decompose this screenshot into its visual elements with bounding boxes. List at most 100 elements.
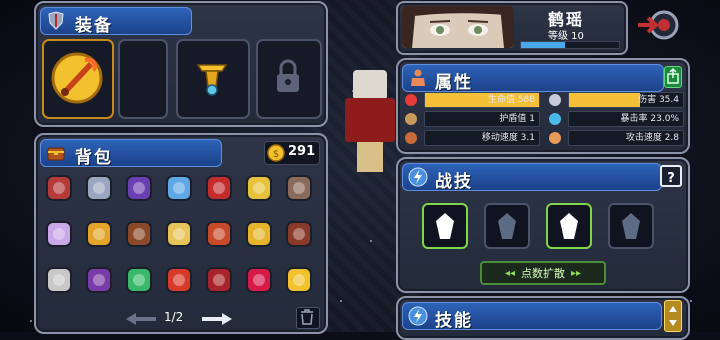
stat-label: 伤害 35.4: [638, 95, 679, 105]
lightning-orb-icon: [407, 305, 429, 327]
expand-points-button[interactable]: ◂◂ 点数扩散 ▸▸: [480, 261, 606, 285]
combat-skills-header: 战技: [402, 163, 662, 192]
empty-slot-1[interactable]: [118, 39, 168, 119]
backpack-title: 背包: [75, 148, 113, 168]
slash-icon[interactable]: [484, 203, 530, 249]
green-orb-icon[interactable]: [122, 263, 156, 297]
level-label: 等级 10: [548, 31, 584, 42]
horse-mask-icon[interactable]: [122, 217, 156, 251]
skills-row: [422, 203, 672, 253]
help-icon: ?: [667, 171, 675, 186]
shield-icon: [402, 111, 420, 127]
chest-icon: [45, 142, 67, 164]
backpack-panel: 背包 $ 291 1/2: [34, 133, 328, 334]
red-goggles-icon[interactable]: [162, 263, 196, 297]
person-icon: [407, 67, 429, 89]
combat-skills-panel: 战技 ? ◂◂ 点数扩散 ▸▸: [396, 157, 690, 293]
spiked-ring-icon[interactable]: [42, 217, 76, 251]
stat-bar: 攻击速度 2.8: [568, 130, 684, 146]
coin-amount: 291: [288, 144, 316, 159]
expand-left-arrows-icon: ◂◂: [504, 267, 515, 279]
exp-bar-fill: [521, 42, 566, 48]
stat-bar: 移动速度 3.1: [424, 130, 540, 146]
phoenix-icon[interactable]: [546, 203, 592, 249]
avatar: [402, 6, 514, 48]
weapon-slot[interactable]: [42, 39, 114, 119]
red-ball-icon[interactable]: [242, 263, 276, 297]
exp-bar: [520, 41, 620, 49]
gold-coin-icon: $: [267, 144, 285, 162]
abilities-scroll-button[interactable]: [664, 300, 682, 332]
red-potion-card-icon[interactable]: [42, 171, 76, 205]
sword-icon: [546, 92, 564, 108]
stats-list: 生命值 588 伤害 35.4 护盾值 1 暴击率 23.0% 移动速度 3.1 攻击速度…: [402, 92, 684, 148]
red-gear-icon[interactable]: [202, 217, 236, 251]
stat-label: 生命值 588: [487, 95, 535, 105]
attributes-header: 属性: [402, 64, 664, 93]
scroll-arrows-icon: [669, 306, 677, 326]
stat-bar-fill: [569, 93, 640, 107]
padlock-icon: [272, 57, 304, 97]
backpack-header: 背包: [40, 139, 222, 168]
exit-icon: [638, 10, 679, 40]
stat-label: 攻击速度 2.8: [625, 133, 679, 143]
muscle-body-icon[interactable]: [422, 203, 468, 249]
eye-icon: [546, 111, 564, 127]
coin-counter: $ 291: [264, 141, 320, 165]
lightning-orb-icon: [407, 166, 429, 188]
bead-necklace-icon[interactable]: [282, 217, 316, 251]
equipment-header: 装备: [40, 7, 192, 36]
export-icon: [667, 67, 679, 84]
backpack-grid: [42, 171, 322, 311]
scythe-icon[interactable]: [42, 263, 76, 297]
expand-label: 点数扩散: [521, 267, 565, 280]
monster-jaw-icon[interactable]: [202, 263, 236, 297]
character-badge: 鹤瑶 等级 10: [396, 1, 628, 55]
game-world-sprite: [335, 70, 405, 180]
abilities-header: 技能: [402, 302, 662, 331]
yellow-cannon-icon[interactable]: [242, 217, 276, 251]
stat-label: 移动速度 3.1: [481, 133, 535, 143]
attributes-panel: 属性 生命值 588 伤害 35.4 护盾值 1 暴击率 23.0% 移动速度 3.1 攻…: [396, 58, 690, 154]
help-button[interactable]: ?: [660, 165, 682, 187]
stat-bar: 护盾值 1: [424, 111, 540, 127]
fist-icon: [546, 130, 564, 146]
robot-card-icon[interactable]: [82, 171, 116, 205]
abilities-panel: 技能: [396, 296, 690, 340]
accessory-slot[interactable]: [176, 39, 250, 119]
expand-right-arrows-icon: ▸▸: [571, 267, 582, 279]
golden-claw-icon[interactable]: [282, 263, 316, 297]
heart-icon: [402, 92, 420, 108]
flame-sword-icon: [48, 47, 106, 109]
stat-bar: 伤害 35.4: [568, 92, 684, 108]
svg-text:$: $: [273, 149, 279, 160]
locked-slot: [256, 39, 322, 119]
magnifier-staff-icon[interactable]: [162, 171, 196, 205]
export-button[interactable]: [664, 66, 682, 88]
armor-icon: [45, 10, 67, 32]
yellow-jar-icon[interactable]: [162, 217, 196, 251]
stat-label: 暴击率 23.0%: [620, 114, 679, 124]
equipment-panel: 装备: [34, 1, 328, 127]
purple-eye-orb-icon[interactable]: [122, 171, 156, 205]
abilities-title: 技能: [435, 311, 473, 331]
exit-button[interactable]: [636, 6, 682, 44]
page-next-button[interactable]: [200, 311, 234, 325]
combat-skills-title: 战技: [435, 172, 473, 192]
golden-wing-icon[interactable]: [82, 217, 116, 251]
stat-label: 护盾值 1: [499, 114, 535, 124]
yellow-star-charm-icon[interactable]: [242, 171, 276, 205]
trash-button[interactable]: [296, 307, 320, 329]
red-book-icon[interactable]: [202, 171, 236, 205]
drum-set-icon[interactable]: [282, 171, 316, 205]
trash-icon: [301, 309, 313, 325]
purple-demon-icon[interactable]: [82, 263, 116, 297]
vortex-icon[interactable]: [608, 203, 654, 249]
gold-amulet-icon: [190, 55, 234, 99]
boot-icon: [402, 130, 420, 146]
stat-bar: 暴击率 23.0%: [568, 111, 684, 127]
page-indicator: 1/2: [164, 310, 184, 324]
equipment-title: 装备: [75, 16, 113, 36]
stat-bar: 生命值 588: [424, 92, 540, 108]
page-prev-button[interactable]: [124, 311, 158, 325]
